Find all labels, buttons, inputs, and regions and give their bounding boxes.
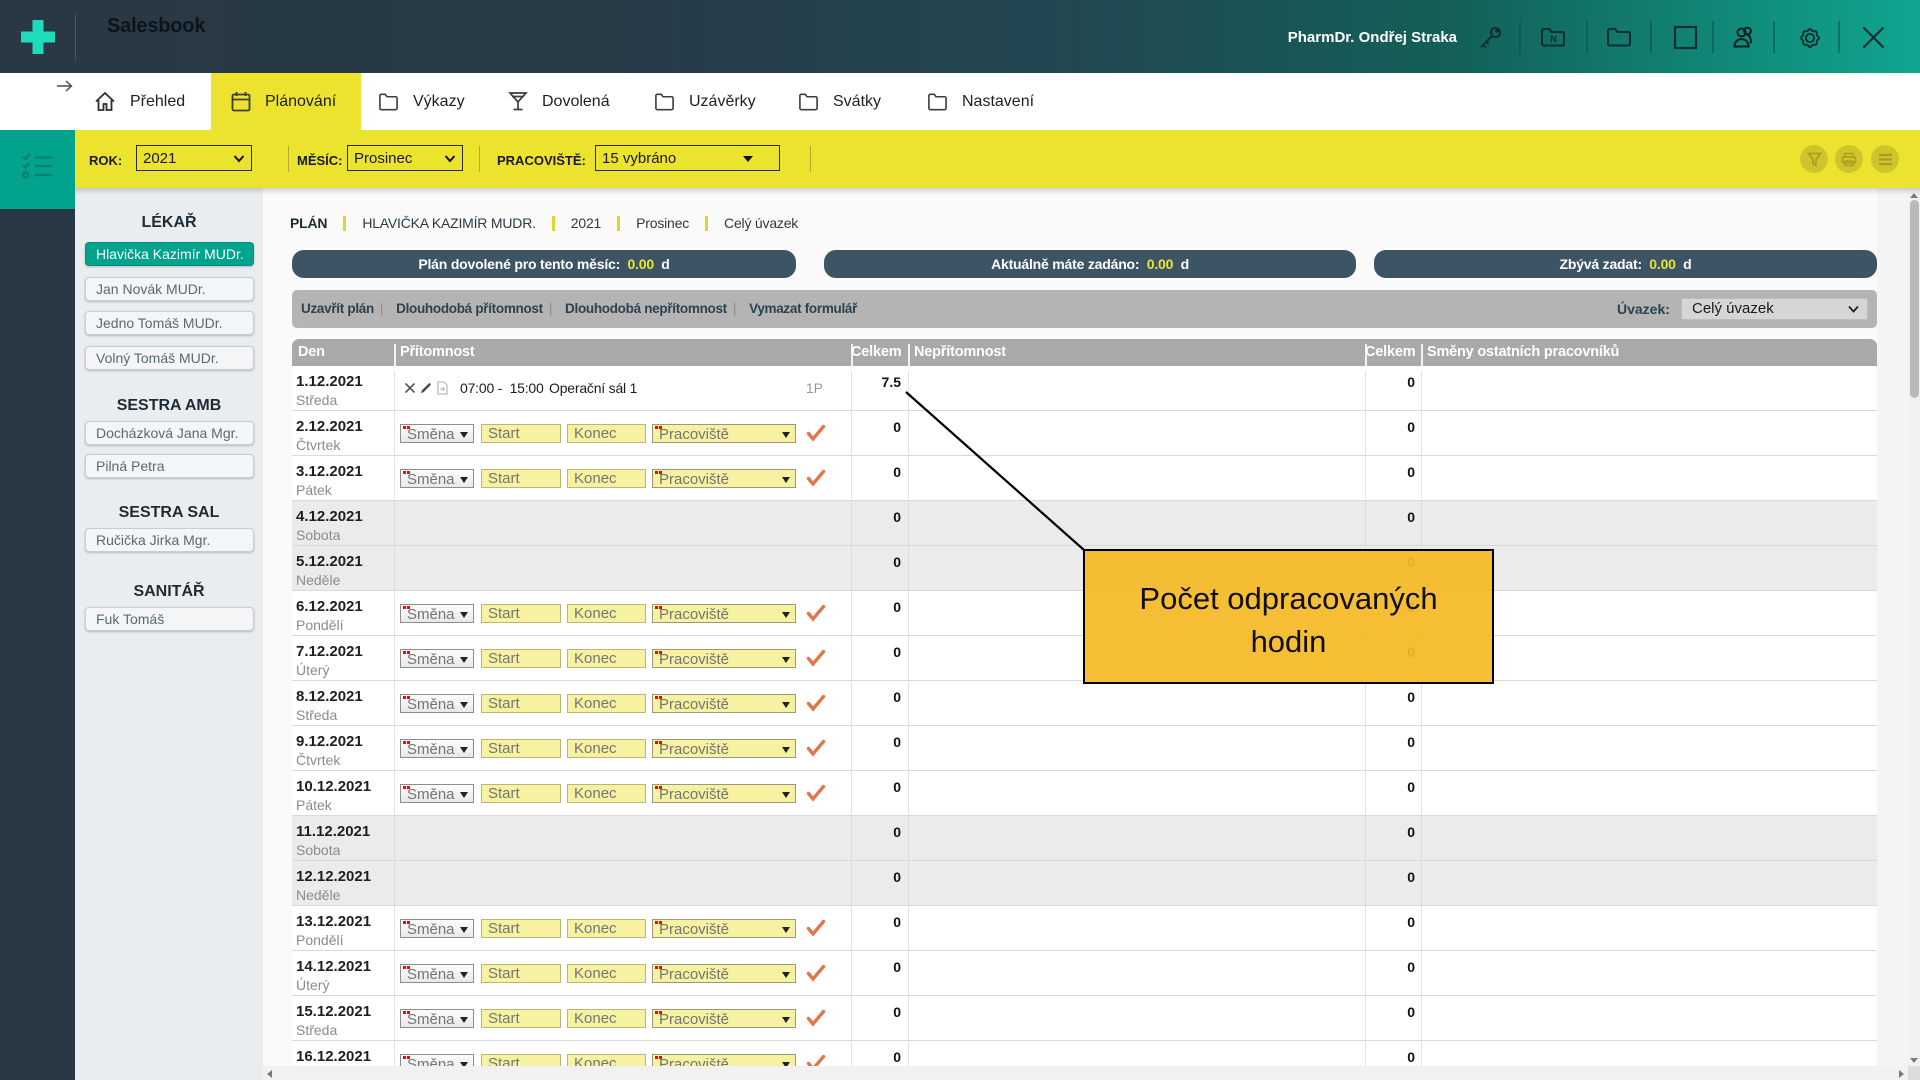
- svg-text:N: N: [1550, 34, 1557, 44]
